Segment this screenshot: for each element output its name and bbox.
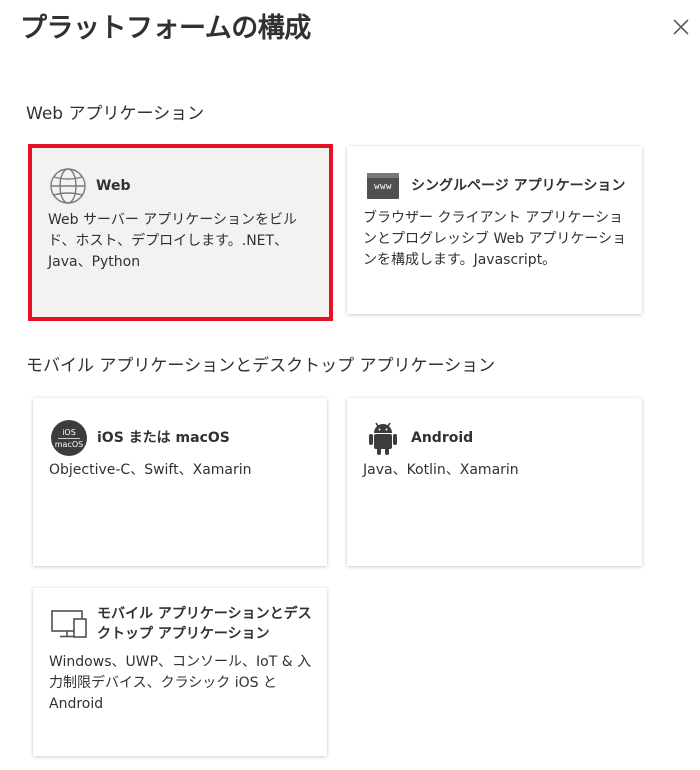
- android-icon: [363, 418, 403, 458]
- card-title: シングルページ アプリケーション: [411, 178, 626, 194]
- www-icon-text: www: [374, 182, 392, 192]
- ios-macos-icon: iOS macOS: [49, 418, 89, 458]
- desktop-mobile-icon: [49, 604, 89, 644]
- card-title: iOS または macOS: [97, 430, 230, 446]
- platform-card-spa[interactable]: www シングルページ アプリケーション ブラウザー クライアント アプリケーシ…: [347, 146, 642, 314]
- close-icon: [673, 19, 689, 35]
- www-browser-icon: www: [363, 166, 403, 206]
- card-description: Objective-C、Swift、Xamarin: [49, 462, 252, 478]
- card-title: Android: [411, 430, 474, 446]
- card-title: Web: [96, 178, 131, 194]
- section-mobile-desktop-apps: モバイル アプリケーションとデスクトップ アプリケーション: [26, 356, 496, 376]
- card-title: モバイル アプリケーションとデスクトップ アプリケーション: [97, 606, 312, 642]
- macos-icon-label: macOS: [54, 439, 84, 449]
- section-web-apps: Web アプリケーション: [26, 104, 205, 124]
- platform-card-android[interactable]: Android Java、Kotlin、Xamarin: [347, 398, 642, 566]
- platform-card-web[interactable]: Web Web サーバー アプリケーションをビルド、ホスト、デプロイします。.N…: [28, 144, 333, 321]
- card-description: Web サーバー アプリケーションをビルド、ホスト、デプロイします。.NET、J…: [48, 212, 298, 270]
- platform-card-ios-macos[interactable]: iOS macOS iOS または macOS Objective-C、Swif…: [33, 398, 327, 566]
- page-title: プラットフォームの構成: [20, 13, 311, 44]
- platform-card-mobile-desktop[interactable]: モバイル アプリケーションとデスクトップ アプリケーション Windows、UW…: [33, 588, 327, 756]
- card-description: Java、Kotlin、Xamarin: [363, 462, 519, 478]
- globe-icon: [48, 166, 88, 206]
- ios-icon-label: iOS: [62, 427, 76, 437]
- close-button[interactable]: [668, 14, 694, 40]
- card-description: ブラウザー クライアント アプリケーションとプログレッシブ Web アプリケーシ…: [363, 210, 627, 268]
- card-description: Windows、UWP、コンソール、IoT & 入力制限デバイス、クラシック i…: [49, 654, 312, 712]
